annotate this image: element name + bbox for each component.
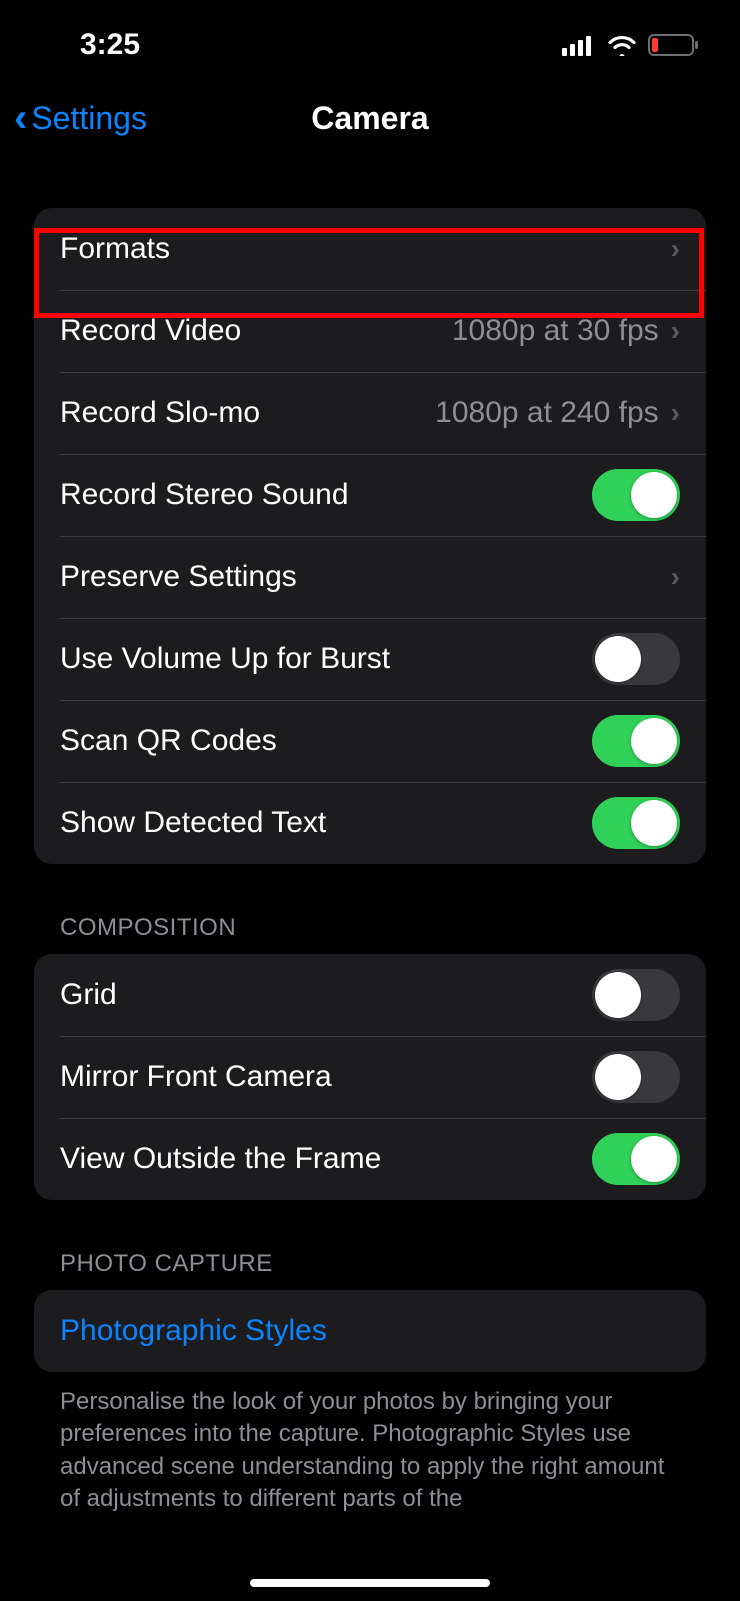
row-volume-burst: Use Volume Up for Burst	[34, 618, 706, 700]
row-photographic-styles[interactable]: Photographic Styles	[34, 1290, 706, 1372]
chevron-right-icon: ›	[671, 315, 680, 347]
chevron-right-icon: ›	[671, 233, 680, 265]
section-header-photo-capture: PHOTO CAPTURE	[34, 1250, 706, 1290]
toggle-stereo-sound[interactable]	[592, 469, 680, 521]
row-label: View Outside the Frame	[60, 1142, 381, 1176]
row-preserve-settings[interactable]: Preserve Settings ›	[34, 536, 706, 618]
cellular-icon	[562, 34, 596, 56]
toggle-grid[interactable]	[592, 969, 680, 1021]
row-label: Show Detected Text	[60, 806, 326, 840]
chevron-right-icon: ›	[671, 561, 680, 593]
row-label: Use Volume Up for Burst	[60, 642, 390, 676]
row-stereo-sound: Record Stereo Sound	[34, 454, 706, 536]
status-time: 3:25	[80, 28, 140, 62]
battery-icon	[648, 33, 700, 57]
row-label: Grid	[60, 978, 117, 1012]
row-label: Formats	[60, 232, 170, 266]
section-header-composition: COMPOSITION	[34, 914, 706, 954]
chevron-left-icon: ‹	[14, 96, 27, 141]
row-formats[interactable]: Formats ›	[34, 208, 706, 290]
status-icons	[562, 33, 700, 57]
row-label: Record Slo-mo	[60, 396, 260, 430]
page-title: Camera	[311, 100, 428, 137]
row-label: Mirror Front Camera	[60, 1060, 332, 1094]
row-label: Preserve Settings	[60, 560, 297, 594]
row-label: Record Stereo Sound	[60, 478, 349, 512]
row-value: 1080p at 30 fps	[452, 314, 659, 348]
toggle-scan-qr[interactable]	[592, 715, 680, 767]
settings-group-photo-capture: Photographic Styles	[34, 1290, 706, 1372]
row-scan-qr: Scan QR Codes	[34, 700, 706, 782]
toggle-outside-frame[interactable]	[592, 1133, 680, 1185]
row-value: 1080p at 240 fps	[435, 396, 659, 430]
row-grid: Grid	[34, 954, 706, 1036]
status-bar: 3:25	[0, 0, 740, 70]
row-record-slomo[interactable]: Record Slo-mo 1080p at 240 fps ›	[34, 372, 706, 454]
row-label: Scan QR Codes	[60, 724, 277, 758]
chevron-right-icon: ›	[671, 397, 680, 429]
toggle-mirror-front[interactable]	[592, 1051, 680, 1103]
wifi-icon	[606, 34, 638, 56]
settings-group-main: Formats › Record Video 1080p at 30 fps ›…	[34, 208, 706, 864]
row-detected-text: Show Detected Text	[34, 782, 706, 864]
back-label: Settings	[31, 100, 147, 137]
row-mirror-front: Mirror Front Camera	[34, 1036, 706, 1118]
row-outside-frame: View Outside the Frame	[34, 1118, 706, 1200]
toggle-volume-burst[interactable]	[592, 633, 680, 685]
footer-description: Personalise the look of your photos by b…	[34, 1372, 706, 1516]
row-label: Record Video	[60, 314, 241, 348]
nav-bar: ‹ Settings Camera	[0, 78, 740, 158]
row-label: Photographic Styles	[60, 1314, 327, 1348]
back-button[interactable]: ‹ Settings	[14, 96, 147, 141]
settings-group-composition: Grid Mirror Front Camera View Outside th…	[34, 954, 706, 1200]
row-record-video[interactable]: Record Video 1080p at 30 fps ›	[34, 290, 706, 372]
toggle-detected-text[interactable]	[592, 797, 680, 849]
home-indicator[interactable]	[250, 1579, 490, 1587]
